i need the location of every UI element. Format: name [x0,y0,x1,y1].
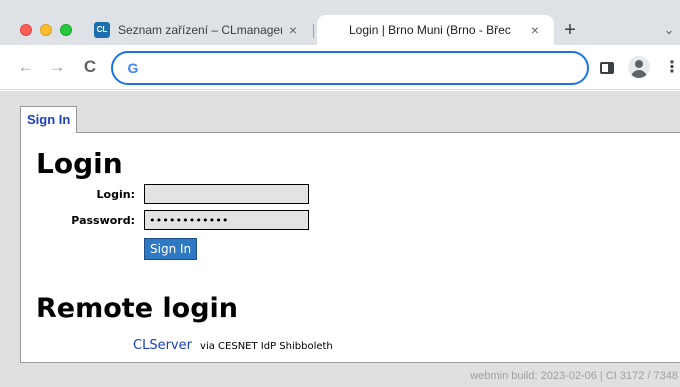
side-panel-icon[interactable] [600,62,614,74]
tab-sign-in[interactable]: Sign In [20,106,78,133]
maximize-window-button[interactable] [60,24,72,36]
google-g-icon: G [127,60,139,76]
password-input[interactable] [144,210,309,230]
remote-login-line: CLServer via CESNET IdP Shibboleth [133,334,333,353]
tab-title: Login | Brno Muni (Brno - Břec [349,23,511,37]
browser-tab-clmanager[interactable]: CL Seznam zařízení – CLmanager × [88,15,312,45]
minimize-window-button[interactable] [40,24,52,36]
sign-in-button[interactable]: Sign In [144,238,198,260]
browser-tab-login[interactable]: Login | Brno Muni (Brno - Břec × [317,15,554,45]
tab-search-chevron-icon[interactable]: ⌄ [660,20,678,40]
address-bar[interactable]: G [111,51,589,85]
profile-avatar-icon[interactable] [628,56,650,78]
login-label: Login: [96,188,135,201]
close-tab-icon[interactable]: × [524,22,546,38]
avatar-body [631,70,647,78]
tab-title: Seznam zařízení – CLmanager [118,23,282,37]
remote-login-via-text: via CESNET IdP Shibboleth [200,341,333,352]
url-input[interactable] [149,57,579,79]
page-content: Sign In Login Login: Password: Sign In R… [0,91,680,387]
clmanager-favicon-icon: CL [94,22,110,38]
clserver-link[interactable]: CLServer [133,338,192,353]
password-label: Password: [71,214,135,227]
close-tab-icon[interactable]: × [282,22,304,38]
forward-arrow-icon[interactable]: → [45,55,69,79]
back-arrow-icon[interactable]: ← [14,55,38,79]
reload-icon[interactable]: C [78,55,102,79]
remote-login-heading: Remote login [36,293,239,324]
login-heading: Login [36,147,123,180]
login-panel: Login Login: Password: Sign In Remote lo… [20,132,680,363]
close-window-button[interactable] [20,24,32,36]
avatar-head [635,60,643,68]
webmin-build-footer: webmin build: 2023-02-06 | CI 3172 / 734… [470,370,678,382]
login-input[interactable] [144,184,309,204]
tab-divider [313,24,314,38]
new-tab-button[interactable]: + [558,18,582,42]
browser-tab-strip: CL Seznam zařízení – CLmanager × Login |… [0,0,680,45]
browser-menu-icon[interactable]: ⋮ [664,57,680,79]
